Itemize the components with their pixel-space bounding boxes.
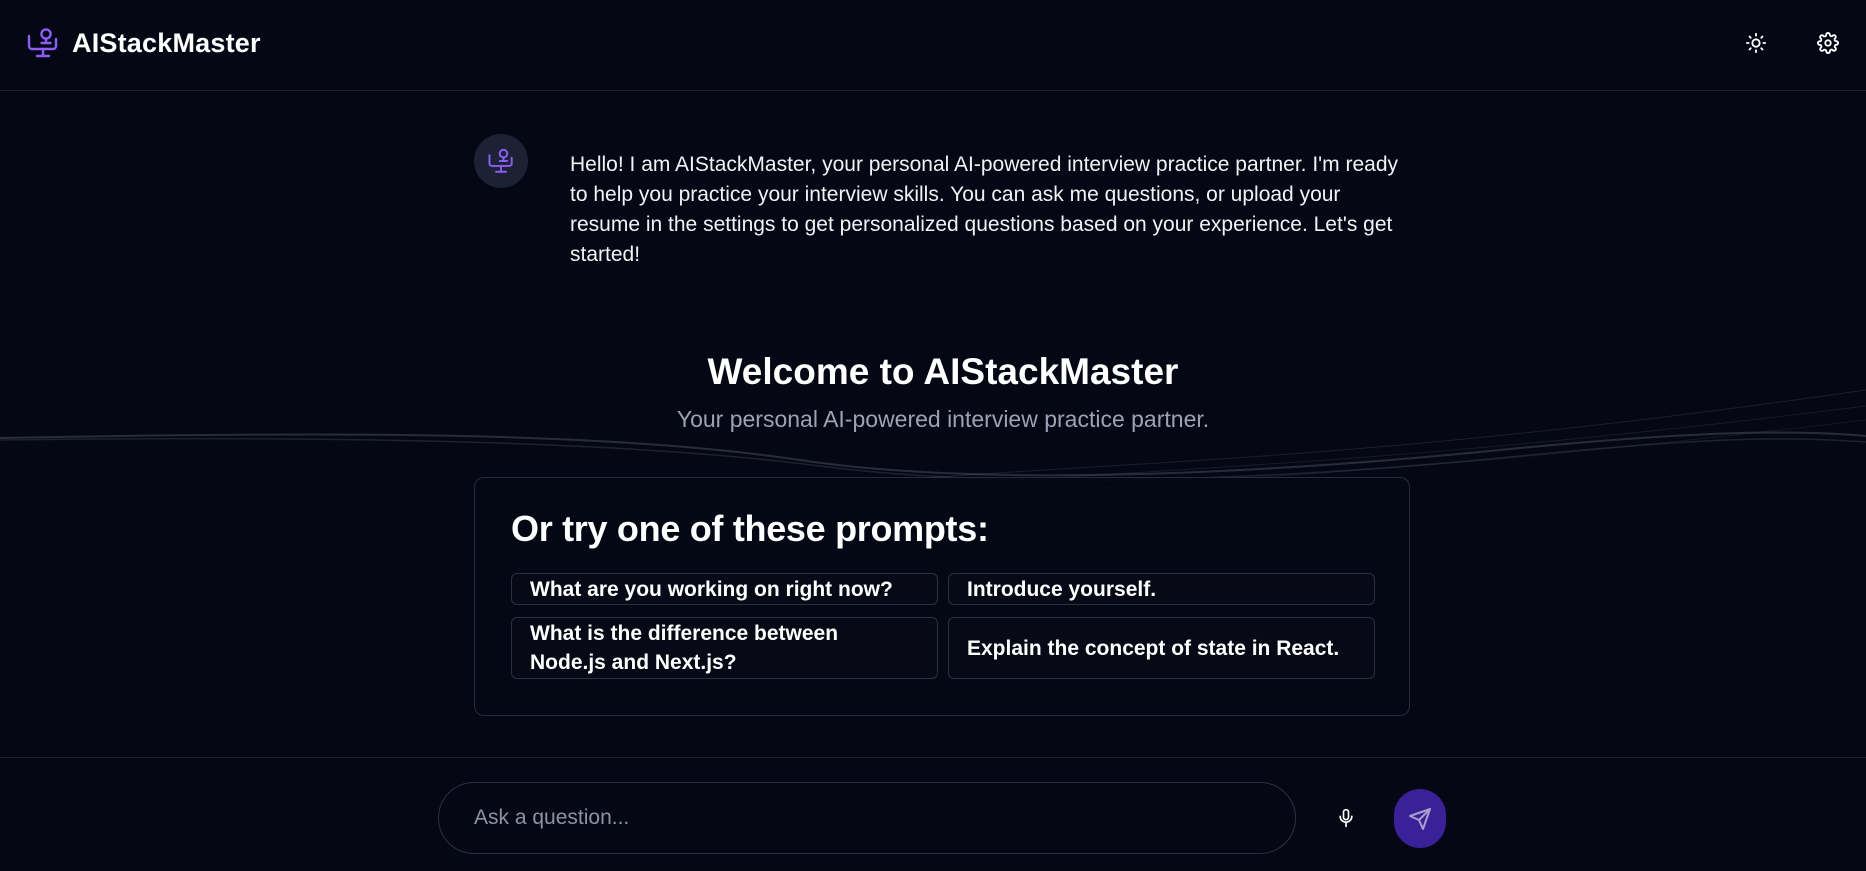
question-input[interactable]: [438, 782, 1296, 854]
top-bar: AIStackMaster: [0, 0, 1866, 91]
bot-avatar: [474, 134, 528, 188]
prompts-title: Or try one of these prompts:: [511, 508, 989, 549]
microphone-icon: [1339, 808, 1353, 828]
theme-toggle-button[interactable]: [1741, 28, 1771, 58]
sun-icon: [1745, 32, 1767, 54]
prompt-chip[interactable]: Introduce yourself.: [948, 573, 1375, 605]
app-name: AIStackMaster: [72, 27, 261, 58]
brand[interactable]: AIStackMaster: [26, 26, 261, 60]
send-icon: [1409, 807, 1431, 830]
gear-icon: [1817, 32, 1839, 54]
brand-logo-icon: [27, 28, 58, 58]
suggested-prompts-card: Or try one of these prompts: What are yo…: [474, 477, 1410, 716]
welcome-subtitle: Your personal AI-powered interview pract…: [676, 406, 1210, 432]
settings-button[interactable]: [1813, 28, 1843, 58]
welcome-title: Welcome to AIStackMaster: [707, 351, 1179, 392]
prompt-chip[interactable]: What are you working on right now?: [511, 573, 938, 605]
bot-message: Hello! I am AIStackMaster, your personal…: [570, 153, 1399, 266]
send-button[interactable]: [1394, 789, 1446, 848]
brand-logo-icon: [488, 148, 513, 173]
prompt-chip[interactable]: What is the difference between Node.js a…: [511, 617, 938, 679]
microphone-button[interactable]: [1331, 803, 1361, 833]
prompt-chip[interactable]: Explain the concept of state in React.: [948, 617, 1375, 679]
